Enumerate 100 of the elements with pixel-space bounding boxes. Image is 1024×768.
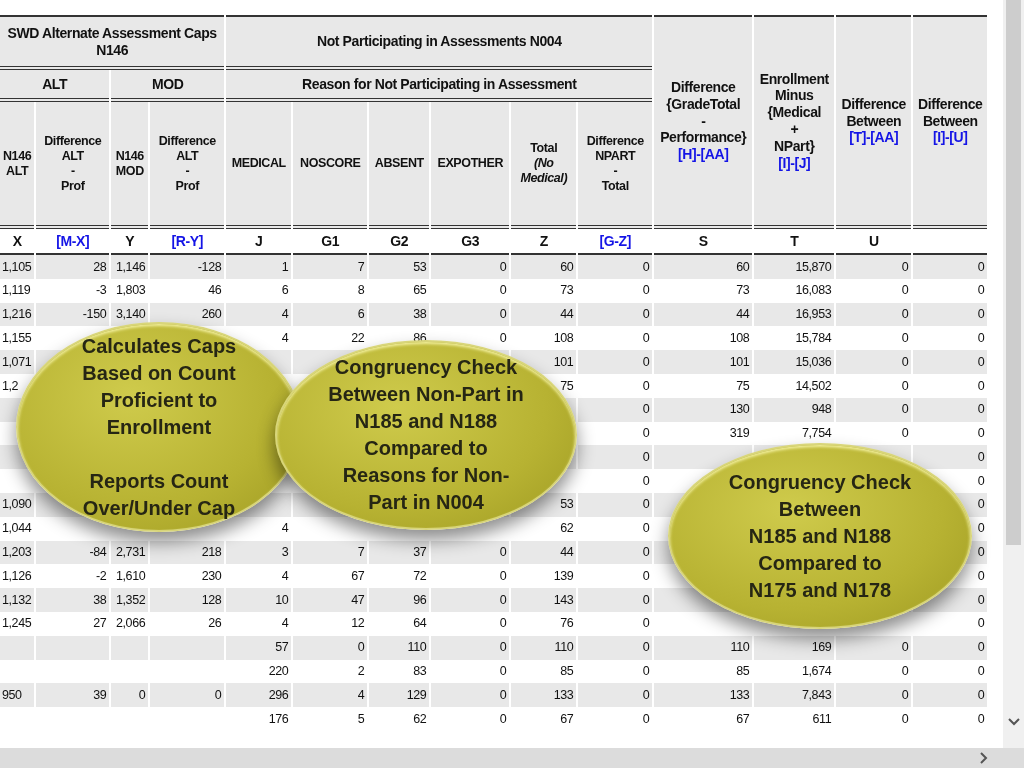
table-cell: 0: [499, 592, 507, 607]
column-header: Difference Between [I]-[U]: [913, 15, 988, 229]
table-cell: 1,090: [2, 497, 32, 512]
table-cell: 3: [281, 545, 289, 560]
table-cell: 85: [736, 664, 750, 679]
table-cell: 8: [357, 283, 365, 298]
table-cell: 1,105: [2, 259, 32, 274]
table-cell: 0: [901, 402, 909, 417]
column-header: EXPOTHER: [431, 102, 510, 229]
table-cell: 2: [357, 664, 365, 679]
table-cell: 0: [901, 426, 909, 441]
column-header: Total (No Medical): [511, 102, 577, 229]
table-cell: 12: [351, 616, 365, 631]
table-cell: 0: [499, 616, 507, 631]
table-cell: 38: [93, 592, 107, 607]
table-cell: 4: [357, 687, 365, 702]
table-cell: 0: [901, 283, 909, 298]
table-cell: 0: [977, 640, 985, 655]
table-cell: -2: [95, 568, 107, 583]
table-cell: 133: [729, 687, 750, 702]
table-cell: 260: [201, 307, 222, 322]
table-cell: 39: [93, 687, 107, 702]
table-cell: 230: [201, 568, 222, 583]
table-cell: 0: [499, 664, 507, 679]
column-header: N146 ALT: [0, 102, 35, 229]
table-cell: 0: [977, 283, 985, 298]
table-cell: 15,784: [795, 330, 832, 345]
table-cell: 0: [977, 711, 985, 726]
table-cell: 1,119: [2, 283, 31, 298]
table-cell: 0: [642, 307, 650, 322]
sub-header: Reason for Not Participating in Assessment: [226, 70, 653, 102]
table-cell: -128: [197, 259, 222, 274]
table-cell: 0: [977, 568, 985, 583]
table-cell: 0: [977, 378, 985, 393]
table-cell: 76: [560, 616, 574, 631]
table-cell: 0: [499, 687, 507, 702]
table-cell: 7,843: [802, 687, 832, 702]
table-cell: 28: [93, 259, 107, 274]
column-header: Difference NPART - Total: [578, 102, 653, 229]
table-cell: 0: [499, 259, 507, 274]
table-cell: 72: [413, 568, 427, 583]
column-header: ABSENT: [369, 102, 430, 229]
table-cell: 1,352: [116, 592, 146, 607]
table-cell: -3: [95, 283, 107, 298]
table-cell: 4: [281, 616, 289, 631]
table-cell: 0: [977, 616, 985, 631]
table-cell: 319: [729, 426, 750, 441]
table-cell: 133: [553, 687, 574, 702]
table-cell: 110: [407, 640, 427, 655]
table-cell: 0: [642, 545, 650, 560]
table-cell: 7: [357, 259, 365, 274]
table-cell: 139: [553, 568, 574, 583]
table-cell: 0: [642, 259, 650, 274]
table-cell: 96: [413, 592, 427, 607]
table-cell: 14,502: [795, 378, 832, 393]
table-cell: 0: [499, 283, 507, 298]
table-cell: 75: [560, 378, 574, 393]
table-cell: 176: [268, 711, 289, 726]
table-cell: 38: [413, 307, 427, 322]
table-cell: 0: [977, 473, 985, 488]
table-cell: 1,126: [2, 568, 32, 583]
table-cell: 169: [811, 640, 832, 655]
table-cell: 1,044: [2, 521, 32, 536]
table-cell: 44: [736, 307, 750, 322]
table-cell: 0: [901, 330, 909, 345]
table-cell: 4: [281, 307, 289, 322]
table-cell: 15,870: [795, 259, 832, 274]
table-cell: 67: [560, 711, 574, 726]
table-cell: 26: [208, 616, 222, 631]
table-cell: 75: [736, 378, 750, 393]
table-cell: 0: [642, 616, 650, 631]
table-cell: 0: [499, 711, 507, 726]
table-cell: 0: [642, 402, 650, 417]
table-cell: 67: [351, 568, 365, 583]
table-cell: 129: [406, 687, 427, 702]
group-header: Not Participating in Assessments N004: [226, 15, 653, 70]
table-cell: 4: [281, 568, 289, 583]
table-cell: 73: [736, 283, 750, 298]
table-cell: 0: [977, 330, 985, 345]
table-cell: 0: [642, 592, 650, 607]
table-cell: 0: [214, 687, 222, 702]
table-cell: 44: [560, 307, 574, 322]
table-cell: 16,083: [795, 283, 832, 298]
table-cell: 6: [281, 283, 289, 298]
table-cell: 110: [730, 640, 750, 655]
table-cell: 0: [642, 687, 650, 702]
table-cell: 0: [642, 497, 650, 512]
table-cell: 108: [729, 330, 750, 345]
chevron-down-icon[interactable]: [1007, 718, 1020, 726]
sub-header: MOD: [111, 70, 225, 102]
table-cell: 7,754: [802, 426, 832, 441]
table-cell: 0: [642, 473, 650, 488]
table-cell: 0: [357, 640, 365, 655]
table-cell: 3,140: [116, 307, 146, 322]
chevron-right-icon[interactable]: [980, 752, 988, 764]
table-cell: 1,610: [116, 568, 146, 583]
scroll-thumb[interactable]: [1006, 0, 1021, 545]
table-cell: 1,803: [116, 283, 146, 298]
table-cell: 0: [499, 640, 507, 655]
table-cell: 0: [977, 497, 985, 512]
